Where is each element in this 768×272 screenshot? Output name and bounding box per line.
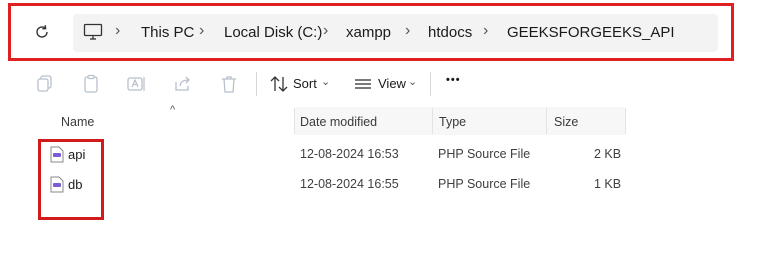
file-size: 2 KB	[594, 147, 622, 161]
toolbar-divider	[430, 72, 431, 96]
chevron-right-icon: ›	[199, 22, 205, 39]
chevron-right-icon: ›	[405, 22, 411, 39]
table-row[interactable]: db 12-08-2024 16:55 PHP Source File 1 KB	[30, 172, 630, 198]
more-options-button[interactable]: •••	[446, 74, 461, 86]
column-divider[interactable]	[625, 108, 626, 134]
file-names-highlight	[38, 139, 104, 220]
file-type: PHP Source File	[438, 147, 531, 161]
refresh-icon[interactable]	[32, 22, 52, 42]
breadcrumb-xampp[interactable]: xampp	[346, 24, 391, 41]
column-divider[interactable]	[294, 108, 295, 134]
paste-icon[interactable]	[80, 73, 102, 95]
breadcrumb-local-disk[interactable]: Local Disk (C:)	[224, 24, 322, 41]
column-header-type[interactable]: Type	[439, 115, 466, 129]
chevron-right-icon: ›	[483, 22, 489, 39]
column-header-name[interactable]: Name	[61, 115, 94, 129]
rename-icon[interactable]	[125, 73, 147, 95]
sort-ascending-icon: ^	[170, 104, 176, 116]
share-icon[interactable]	[172, 73, 194, 95]
table-row[interactable]: api 12-08-2024 16:53 PHP Source File 2 K…	[30, 142, 630, 168]
delete-icon[interactable]	[218, 73, 240, 95]
copy-icon[interactable]	[34, 73, 56, 95]
file-type: PHP Source File	[438, 177, 531, 191]
column-header-date-modified[interactable]: Date modified	[300, 115, 377, 129]
toolbar-divider	[256, 72, 257, 96]
breadcrumb-this-pc[interactable]: This PC	[141, 24, 194, 41]
view-icon[interactable]	[352, 73, 374, 95]
chevron-right-icon: ›	[115, 22, 121, 39]
sort-icon[interactable]	[268, 73, 290, 95]
breadcrumb-htdocs[interactable]: htdocs	[428, 24, 472, 41]
chevron-right-icon: ›	[323, 22, 329, 39]
file-date-modified: 12-08-2024 16:53	[300, 147, 399, 161]
chevron-down-icon: ⌄	[321, 76, 331, 88]
column-divider[interactable]	[546, 108, 547, 134]
file-date-modified: 12-08-2024 16:55	[300, 177, 399, 191]
breadcrumb-current-folder[interactable]: GEEKSFORGEEKS_API	[507, 24, 675, 41]
file-size: 1 KB	[594, 177, 622, 191]
computer-icon	[83, 23, 103, 40]
chevron-down-icon: ⌄	[408, 76, 418, 88]
sort-button[interactable]: Sort	[293, 76, 317, 91]
view-button[interactable]: View	[378, 76, 406, 91]
column-header-size[interactable]: Size	[554, 115, 578, 129]
column-divider[interactable]	[432, 108, 433, 134]
